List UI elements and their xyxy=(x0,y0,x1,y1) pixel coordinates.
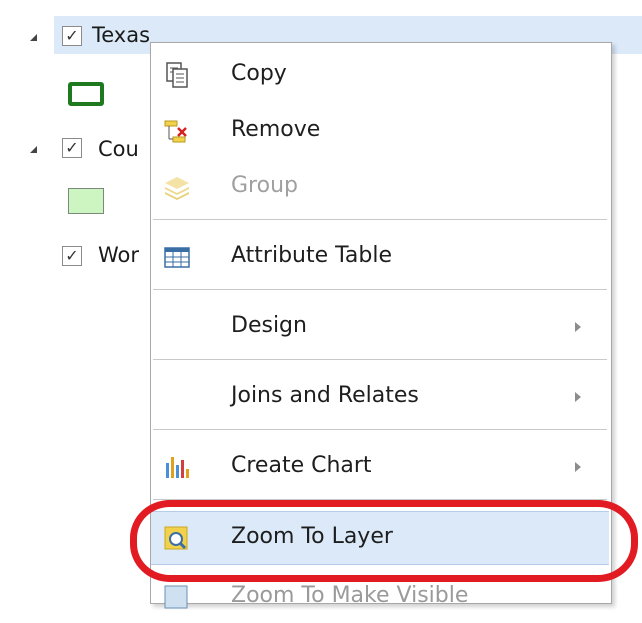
menu-item-label: Zoom To Layer xyxy=(231,524,393,549)
submenu-arrow-icon xyxy=(575,392,581,402)
bar-chart-icon xyxy=(166,457,189,478)
copy-icon xyxy=(166,62,188,88)
menu-item-label: Zoom To Make Visible xyxy=(231,583,469,608)
menu-item-label: Attribute Table xyxy=(231,243,393,268)
menu-item-label: Joins and Relates xyxy=(231,383,419,408)
menu-item-remove[interactable]: Remove xyxy=(151,105,609,157)
menu-item-label: Remove xyxy=(231,117,321,142)
menu-separator xyxy=(153,219,607,220)
menu-item-label: Create Chart xyxy=(231,453,372,478)
menu-separator xyxy=(153,429,607,430)
texas-symbol-swatch[interactable] xyxy=(68,82,104,106)
menu-separator xyxy=(153,289,607,290)
menu-separator xyxy=(153,359,607,360)
submenu-arrow-icon xyxy=(575,322,581,332)
menu-item-create-chart[interactable]: Create Chart xyxy=(151,441,609,493)
menu-item-joins-and-relates[interactable]: Joins and Relates xyxy=(151,371,609,423)
counties-symbol-swatch[interactable] xyxy=(68,188,104,214)
menu-item-label: Design xyxy=(231,313,307,338)
menu-item-label: Copy xyxy=(231,61,287,86)
layer-checkbox-counties[interactable]: ✓ xyxy=(62,138,82,158)
submenu-arrow-icon xyxy=(575,462,581,472)
table-icon xyxy=(164,247,190,268)
layer-label-texas[interactable]: Texas xyxy=(92,22,150,48)
layer-checkbox-texas[interactable]: ✓ xyxy=(62,26,82,46)
layer-label-world[interactable]: Wor xyxy=(98,242,139,268)
menu-item-zoom-to-make-visible[interactable]: Zoom To Make Visible xyxy=(151,571,609,623)
layer-label-counties[interactable]: Cou xyxy=(98,136,139,162)
collapse-arrow-icon[interactable] xyxy=(30,34,37,41)
collapse-arrow-icon[interactable] xyxy=(30,146,37,153)
menu-separator xyxy=(153,499,607,500)
remove-icon xyxy=(164,120,187,143)
menu-item-group[interactable]: Group xyxy=(151,161,609,213)
menu-item-design[interactable]: Design xyxy=(151,301,609,353)
menu-item-attribute-table[interactable]: Attribute Table xyxy=(151,231,609,283)
group-layers-icon xyxy=(165,177,189,200)
layer-checkbox-world[interactable]: ✓ xyxy=(62,246,82,266)
zoom-to-layer-icon xyxy=(164,526,188,550)
zoom-to-visible-icon xyxy=(164,585,188,609)
menu-item-label: Group xyxy=(231,173,298,198)
layer-context-menu: Copy Remove Group Attribute Table Design… xyxy=(150,42,612,609)
menu-item-zoom-to-layer[interactable]: Zoom To Layer xyxy=(151,511,609,565)
menu-item-copy[interactable]: Copy xyxy=(151,49,609,101)
